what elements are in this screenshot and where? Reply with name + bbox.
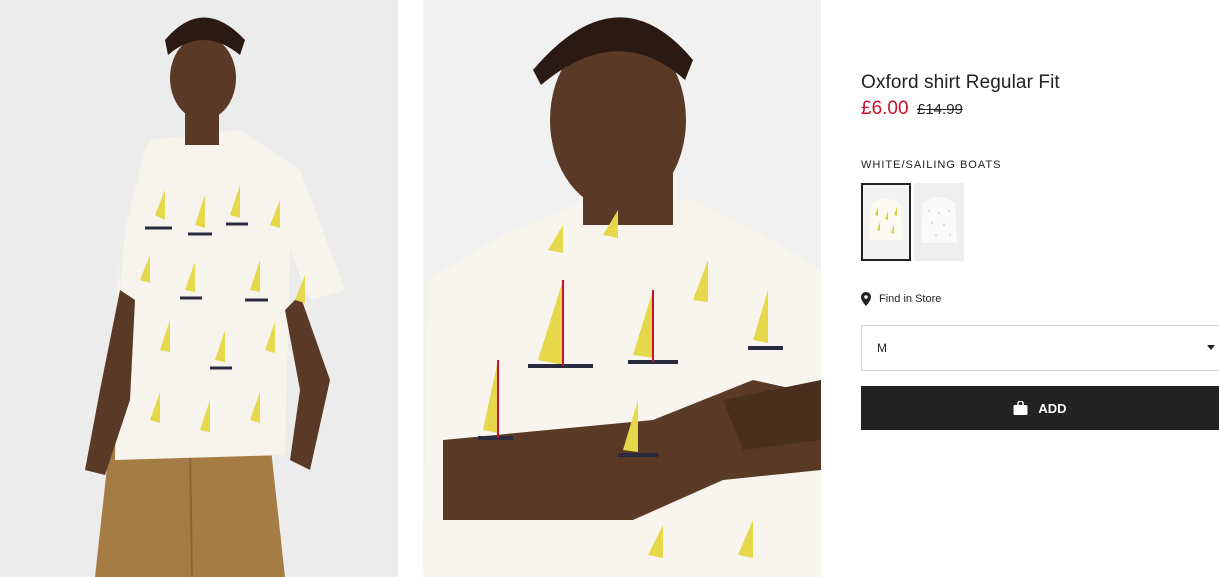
boat-print-shirt-thumbnail <box>863 185 909 259</box>
selected-color-name: WHITE/SAILING BOATS <box>861 159 1002 171</box>
selected-size: M <box>877 341 887 355</box>
sale-price: £6.00 <box>861 98 909 119</box>
product-info-panel: Oxford shirt Regular Fit £6.00 £14.99 WH… <box>861 0 1219 577</box>
find-in-store-label: Find in Store <box>879 293 942 305</box>
white-sailing-boats-swatch[interactable] <box>861 183 911 261</box>
model-close-up-illustration <box>423 0 821 577</box>
caret-down-icon <box>1207 345 1215 350</box>
original-price: £14.99 <box>917 101 963 118</box>
white-swatch[interactable] <box>914 183 964 261</box>
location-pin-icon <box>861 292 871 306</box>
add-to-bag-button[interactable]: ADD <box>861 386 1219 430</box>
color-swatches <box>861 183 964 261</box>
model-full-body-illustration <box>0 0 398 577</box>
size-select[interactable]: M <box>861 325 1219 371</box>
price-row: £6.00 £14.99 <box>861 98 963 120</box>
product-image-close-up[interactable] <box>423 0 821 577</box>
product-image-full-body[interactable] <box>0 0 398 577</box>
white-shirt-thumbnail <box>914 183 964 261</box>
find-in-store-link[interactable]: Find in Store <box>861 292 941 306</box>
product-title: Oxford shirt Regular Fit <box>861 72 1060 93</box>
shopping-bag-icon <box>1013 401 1028 415</box>
add-button-label: ADD <box>1038 400 1067 416</box>
